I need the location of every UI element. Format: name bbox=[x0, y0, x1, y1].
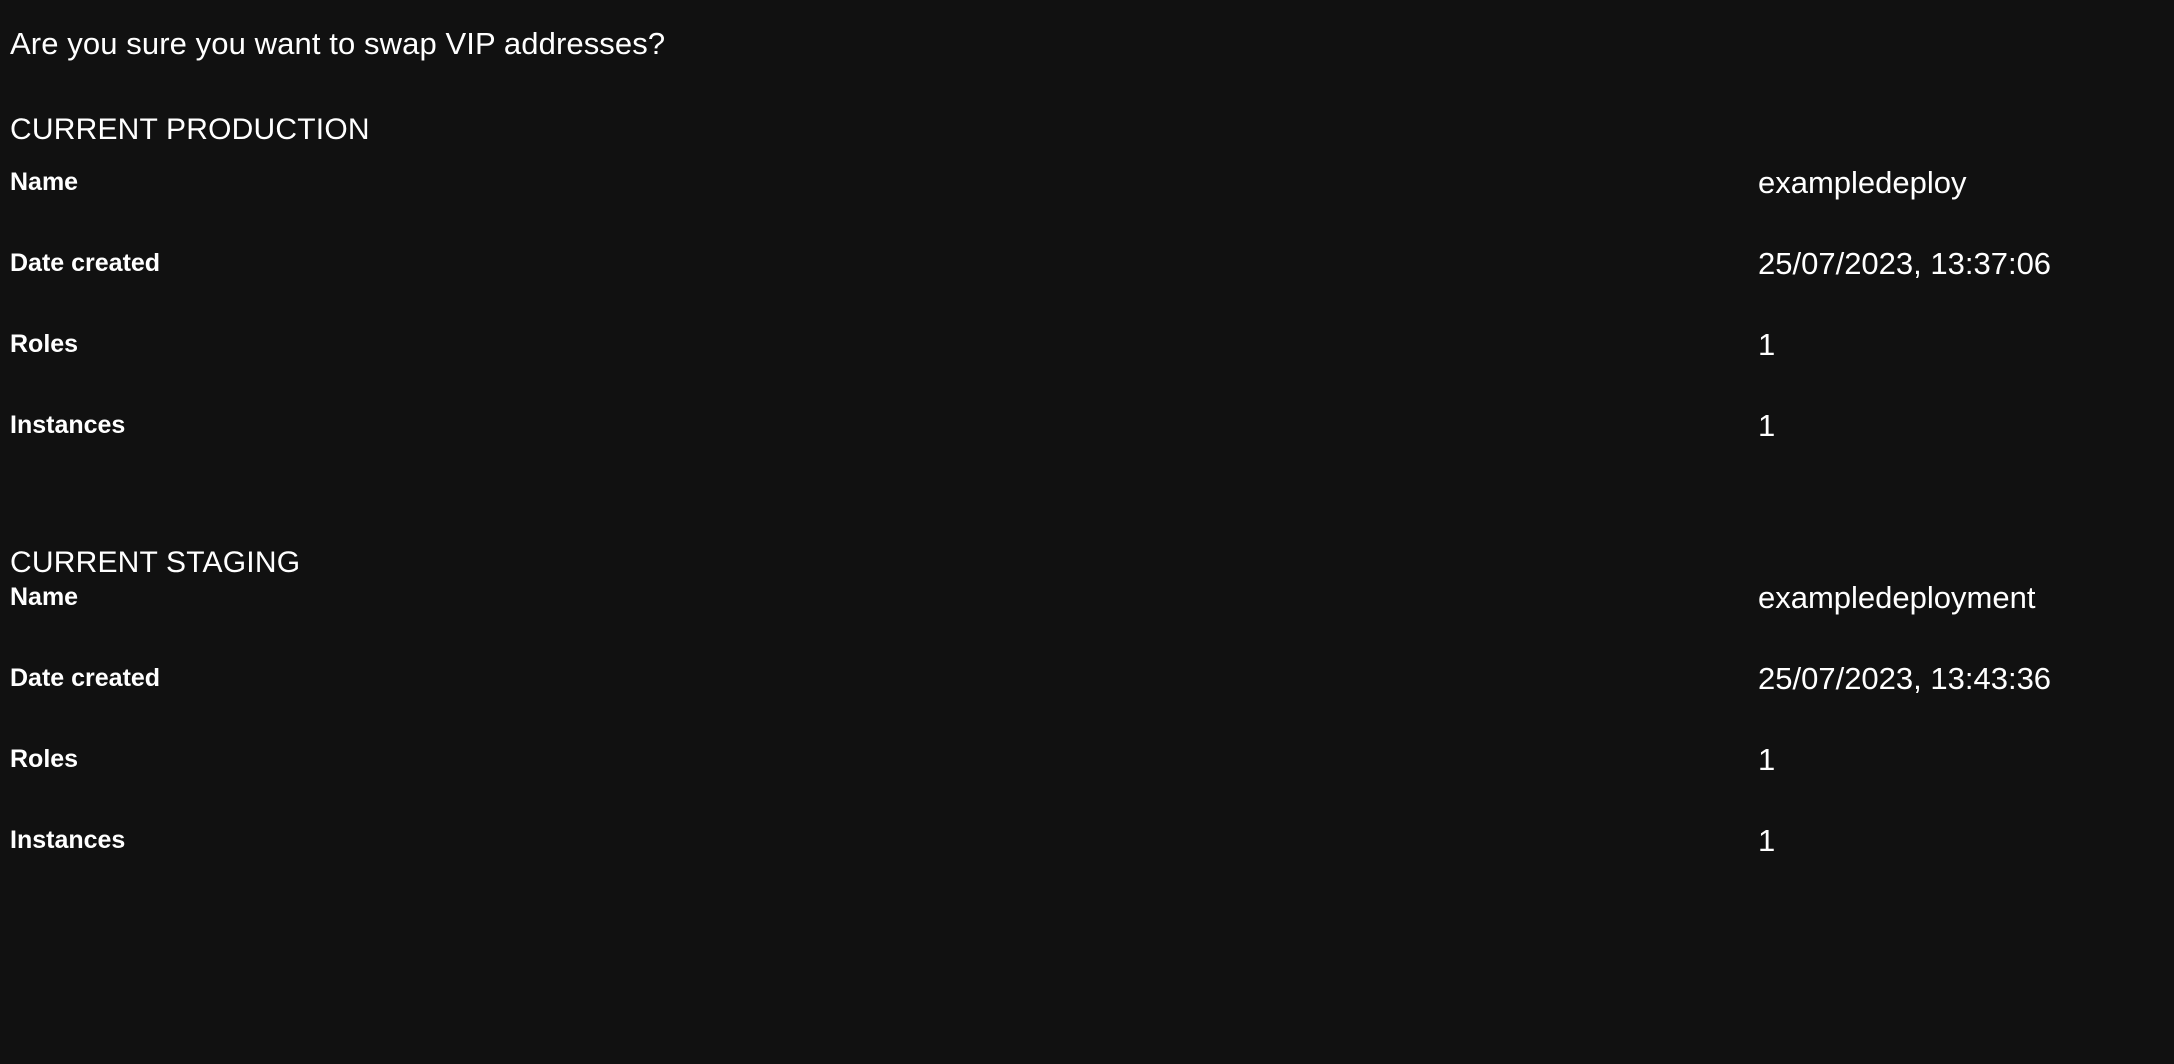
detail-value-name: exampledeployment bbox=[1758, 580, 2036, 615]
table-row: Roles 1 bbox=[10, 327, 2174, 413]
detail-label-date-created: Date created bbox=[10, 249, 161, 277]
confirmation-question: Are you sure you want to swap VIP addres… bbox=[10, 26, 666, 61]
table-row: Name exampledeployment bbox=[10, 580, 2174, 666]
current-staging-heading: CURRENT STAGING bbox=[10, 546, 301, 579]
current-production-detail-list: Name exampledeploy Date created 25/07/20… bbox=[10, 145, 2174, 494]
table-row: Date created 25/07/2023, 13:43:36 bbox=[10, 661, 2174, 747]
detail-label-name: Name bbox=[10, 168, 79, 196]
table-row: Instances 1 bbox=[10, 408, 2174, 494]
detail-value-date-created: 25/07/2023, 13:37:06 bbox=[1758, 246, 2052, 281]
detail-value-name: exampledeploy bbox=[1758, 165, 1967, 200]
detail-value-roles: 1 bbox=[1758, 742, 1776, 777]
detail-value-date-created: 25/07/2023, 13:43:36 bbox=[1758, 661, 2052, 696]
detail-value-instances: 1 bbox=[1758, 823, 1776, 858]
detail-label-date-created: Date created bbox=[10, 664, 161, 692]
table-row: Date created 25/07/2023, 13:37:06 bbox=[10, 246, 2174, 332]
current-production-section: CURRENT PRODUCTION Name exampledeploy Da… bbox=[10, 59, 2174, 494]
detail-value-roles: 1 bbox=[1758, 327, 1776, 362]
detail-label-name: Name bbox=[10, 583, 79, 611]
current-staging-detail-list: Name exampledeployment Date created 25/0… bbox=[10, 578, 2174, 909]
swap-vip-confirmation-dialog: Are you sure you want to swap VIP addres… bbox=[0, 0, 2174, 1064]
table-row: Roles 1 bbox=[10, 742, 2174, 828]
current-staging-section: CURRENT STAGING Name exampledeployment D… bbox=[10, 494, 2174, 909]
detail-label-instances: Instances bbox=[10, 826, 126, 854]
detail-label-roles: Roles bbox=[10, 330, 79, 358]
detail-label-instances: Instances bbox=[10, 411, 126, 439]
current-production-heading: CURRENT PRODUCTION bbox=[10, 113, 370, 146]
table-row: Instances 1 bbox=[10, 823, 2174, 909]
detail-label-roles: Roles bbox=[10, 745, 79, 773]
detail-value-instances: 1 bbox=[1758, 408, 1776, 443]
table-row: Name exampledeploy bbox=[10, 165, 2174, 251]
